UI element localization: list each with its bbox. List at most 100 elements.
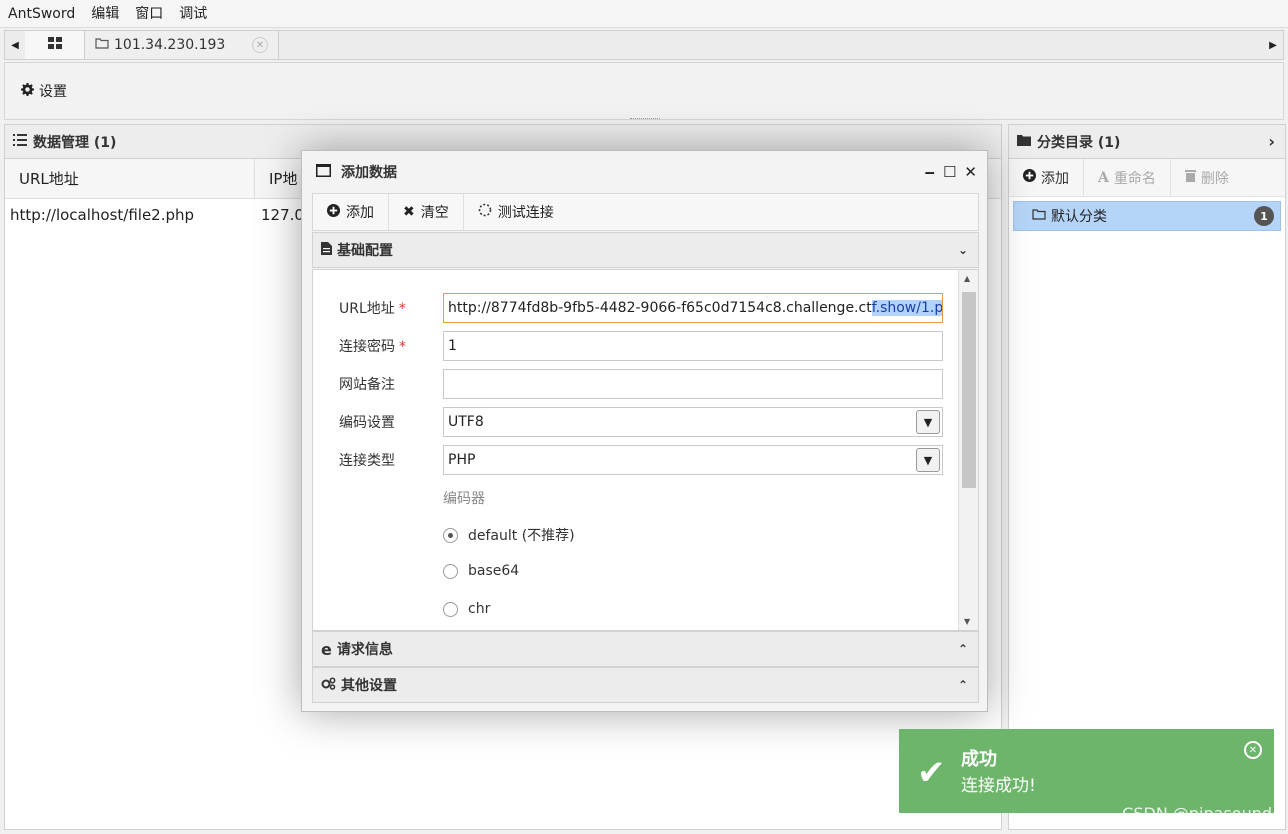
- list-icon: [13, 133, 27, 150]
- url-input-text: http://8774fd8b-9fb5-4482-9066-f65c0d715…: [448, 300, 872, 316]
- toast-title: 成功: [961, 749, 997, 770]
- tab-bar: ◀ 101.34.230.193 ✕ ▶: [4, 30, 1284, 60]
- plus-circle-icon: [1023, 169, 1036, 186]
- tab-scroll-right-button[interactable]: ▶: [1263, 30, 1283, 60]
- chevron-down-icon[interactable]: ▼: [916, 410, 940, 434]
- tab-scroll-left-button[interactable]: ◀: [5, 30, 25, 60]
- category-delete-button[interactable]: 删除: [1171, 159, 1243, 197]
- category-add-button[interactable]: 添加: [1009, 158, 1084, 197]
- note-input[interactable]: [443, 369, 943, 399]
- row-url-cell: http://localhost/file2.php: [10, 206, 195, 224]
- encoder-option-label: chr: [468, 601, 491, 617]
- dialog-clear-button[interactable]: ✖ 清空: [389, 194, 464, 230]
- settings-button[interactable]: 设置: [21, 81, 67, 101]
- tab-connection[interactable]: 101.34.230.193 ✕: [85, 31, 279, 59]
- column-header-url[interactable]: URL地址: [5, 158, 255, 199]
- main-toolbar: 设置: [4, 62, 1284, 120]
- success-toast: ✔ 成功 连接成功! ✕: [899, 729, 1274, 813]
- dialog-clear-label: 清空: [420, 205, 449, 221]
- encoder-option-chr[interactable]: chr: [443, 601, 490, 617]
- chevron-right-icon[interactable]: ›: [1268, 132, 1275, 151]
- accordion-basic-config[interactable]: 基础配置 ⌄: [312, 232, 979, 268]
- form-scrollbar[interactable]: ▲ ▼: [958, 270, 978, 630]
- category-item-default[interactable]: 默认分类 1: [1013, 201, 1281, 231]
- tab-home[interactable]: [25, 31, 85, 59]
- note-row: 网站备注: [313, 368, 943, 400]
- encoder-option-default[interactable]: default (不推荐): [443, 525, 575, 545]
- folder-icon: [1017, 134, 1031, 150]
- accordion-other-settings[interactable]: 其他设置 ⌃: [312, 667, 979, 703]
- password-input[interactable]: 1: [443, 331, 943, 361]
- dialog-add-button[interactable]: 添加: [313, 194, 389, 230]
- category-rename-button[interactable]: A 重命名: [1084, 158, 1171, 197]
- plus-circle-icon: [327, 203, 340, 221]
- encoder-option-label: base64: [468, 563, 520, 579]
- required-mark: *: [399, 339, 406, 355]
- close-icon[interactable]: ✕: [1244, 741, 1262, 759]
- add-data-dialog: 添加数据 ‒ ☐ ✕ 添加 ✖ 清空 测试连接 基础配置 ⌄ URL地址 * h…: [301, 150, 988, 712]
- menu-debug[interactable]: 调试: [179, 0, 207, 28]
- menubar: AntSword 编辑 窗口 调试: [0, 0, 1288, 28]
- gear-icon: [21, 82, 34, 100]
- row-ip-cell: 127.0: [261, 206, 304, 224]
- test-connection-button[interactable]: 测试连接: [464, 194, 568, 230]
- folder-icon: [1032, 208, 1046, 224]
- scroll-up-icon[interactable]: ▲: [964, 274, 970, 283]
- window-icon: [316, 163, 331, 181]
- category-toolbar: 添加 A 重命名 删除: [1009, 158, 1285, 197]
- dialog-title: 添加数据: [341, 165, 397, 181]
- close-icon[interactable]: ✕: [252, 37, 268, 53]
- accordion-basic-title: 基础配置: [337, 243, 393, 259]
- category-add-label: 添加: [1041, 170, 1069, 187]
- maximize-button[interactable]: ☐: [943, 163, 956, 181]
- check-icon: ✔: [917, 753, 946, 793]
- category-panel: 分类目录 (1) › 添加 A 重命名 删除 默认分类 1: [1008, 124, 1286, 830]
- data-panel-title: 数据管理 (1): [33, 134, 117, 151]
- encoder-option-base64[interactable]: base64: [443, 563, 519, 579]
- category-delete-label: 删除: [1200, 170, 1229, 187]
- spinner-icon: [478, 203, 492, 221]
- menu-window[interactable]: 窗口: [135, 0, 163, 28]
- grid-icon: [47, 37, 62, 53]
- document-icon: [321, 241, 332, 259]
- chevron-up-icon: ⌃: [957, 642, 968, 656]
- url-label: URL地址 *: [339, 301, 406, 317]
- category-rename-label: 重命名: [1113, 170, 1156, 187]
- url-input-selection: f.show/1.php: [871, 300, 942, 316]
- splitter-grip[interactable]: [630, 118, 660, 122]
- count-badge: 1: [1254, 206, 1274, 226]
- x-icon: ✖: [403, 204, 415, 220]
- url-row: URL地址 * http://8774fd8b-9fb5-4482-9066-f6…: [313, 292, 943, 324]
- scrollbar-thumb[interactable]: [962, 292, 976, 488]
- folder-icon: [95, 37, 109, 53]
- menu-antsword[interactable]: AntSword: [8, 0, 75, 28]
- trash-icon: [1184, 169, 1196, 186]
- watermark: CSDN @pipasound: [1122, 804, 1272, 823]
- encoder-label: 编码器: [443, 491, 485, 507]
- chevron-down-icon[interactable]: ▼: [916, 448, 940, 472]
- dialog-toolbar: 添加 ✖ 清空 测试连接: [312, 193, 979, 231]
- accordion-request-info[interactable]: e 请求信息 ⌃: [312, 631, 979, 667]
- password-label: 连接密码 *: [339, 339, 406, 355]
- category-panel-header: 分类目录 (1) ›: [1009, 125, 1285, 159]
- accordion-request-title: 请求信息: [336, 642, 393, 658]
- category-panel-title: 分类目录 (1): [1037, 134, 1121, 151]
- dialog-add-label: 添加: [346, 205, 374, 221]
- radio-selected[interactable]: [443, 527, 458, 543]
- scroll-down-icon[interactable]: ▼: [964, 617, 970, 626]
- accordion-other-title: 其他设置: [341, 678, 397, 694]
- dialog-titlebar[interactable]: 添加数据 ‒ ☐ ✕: [302, 151, 987, 193]
- basic-config-form: URL地址 * http://8774fd8b-9fb5-4482-9066-f6…: [312, 269, 979, 631]
- url-input[interactable]: http://8774fd8b-9fb5-4482-9066-f65c0d715…: [443, 293, 943, 323]
- encoding-select[interactable]: UTF8 ▼: [443, 407, 943, 437]
- encoder-option-label: default (不推荐): [468, 528, 575, 544]
- radio-unselected[interactable]: [443, 563, 458, 579]
- type-value: PHP: [448, 452, 476, 468]
- toast-message: 连接成功!: [961, 776, 1036, 796]
- type-select[interactable]: PHP ▼: [443, 445, 943, 475]
- menu-edit[interactable]: 编辑: [91, 0, 119, 28]
- minimize-button[interactable]: ‒: [925, 163, 935, 181]
- close-button[interactable]: ✕: [964, 163, 977, 181]
- radio-unselected[interactable]: [443, 601, 458, 617]
- encoding-value: UTF8: [448, 414, 484, 430]
